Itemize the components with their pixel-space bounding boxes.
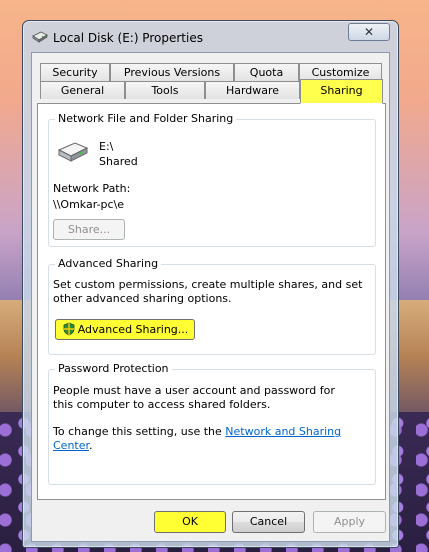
sharing-tab-panel: Network File and Folder Sharing E:\ Shar… <box>37 103 386 500</box>
advanced-sharing-group: Advanced Sharing Set custom permissions,… <box>48 257 376 355</box>
change-setting-suffix: . <box>89 439 93 452</box>
drive-share-status: Shared <box>99 155 138 168</box>
network-sharing-group: Network File and Folder Sharing E:\ Shar… <box>48 112 376 247</box>
tab-hardware[interactable]: Hardware <box>205 81 300 99</box>
share-button[interactable]: Share... <box>53 219 125 240</box>
advanced-sharing-button[interactable]: Advanced Sharing... <box>55 319 195 340</box>
change-setting-prefix: To change this setting, use the <box>53 425 222 438</box>
tab-tools[interactable]: Tools <box>125 81 205 99</box>
change-setting-text: To change this setting, use the Network … <box>53 425 373 453</box>
uac-shield-icon <box>63 322 75 336</box>
advanced-sharing-description: Set custom permissions, create multiple … <box>53 278 363 305</box>
password-protection-description: People must have a user account and pass… <box>53 384 335 411</box>
window-title: Local Disk (E:) Properties <box>53 31 203 45</box>
network-sharing-legend: Network File and Folder Sharing <box>55 112 237 125</box>
advanced-sharing-legend: Advanced Sharing <box>55 257 162 270</box>
close-icon: ✕ <box>363 25 375 39</box>
apply-button[interactable]: Apply <box>313 511 386 533</box>
password-protection-group: Password Protection People must have a u… <box>48 362 376 485</box>
dialog-client: Security Previous Versions Quota Customi… <box>31 52 390 542</box>
hard-drive-icon <box>57 142 89 162</box>
tab-strip: Security Previous Versions Quota Customi… <box>32 53 389 104</box>
tab-sharing[interactable]: Sharing <box>300 79 383 104</box>
network-path-label: Network Path: <box>53 182 131 195</box>
ok-button[interactable]: OK <box>154 511 226 533</box>
network-path-value: \\Omkar-pc\e <box>53 198 124 211</box>
properties-dialog: Local Disk (E:) Properties ✕ Security Pr… <box>22 20 399 548</box>
tab-quota[interactable]: Quota <box>234 63 299 81</box>
drive-name: E:\ <box>99 140 114 153</box>
tab-security[interactable]: Security <box>40 63 110 81</box>
close-button[interactable]: ✕ <box>348 23 390 41</box>
title-bar[interactable]: Local Disk (E:) Properties ✕ <box>23 21 398 52</box>
drive-icon <box>32 31 48 43</box>
tab-previous-versions[interactable]: Previous Versions <box>110 63 234 81</box>
tab-general[interactable]: General <box>40 81 125 99</box>
cancel-button[interactable]: Cancel <box>232 511 305 533</box>
password-protection-legend: Password Protection <box>55 362 172 375</box>
advanced-sharing-button-label: Advanced Sharing... <box>77 323 189 336</box>
